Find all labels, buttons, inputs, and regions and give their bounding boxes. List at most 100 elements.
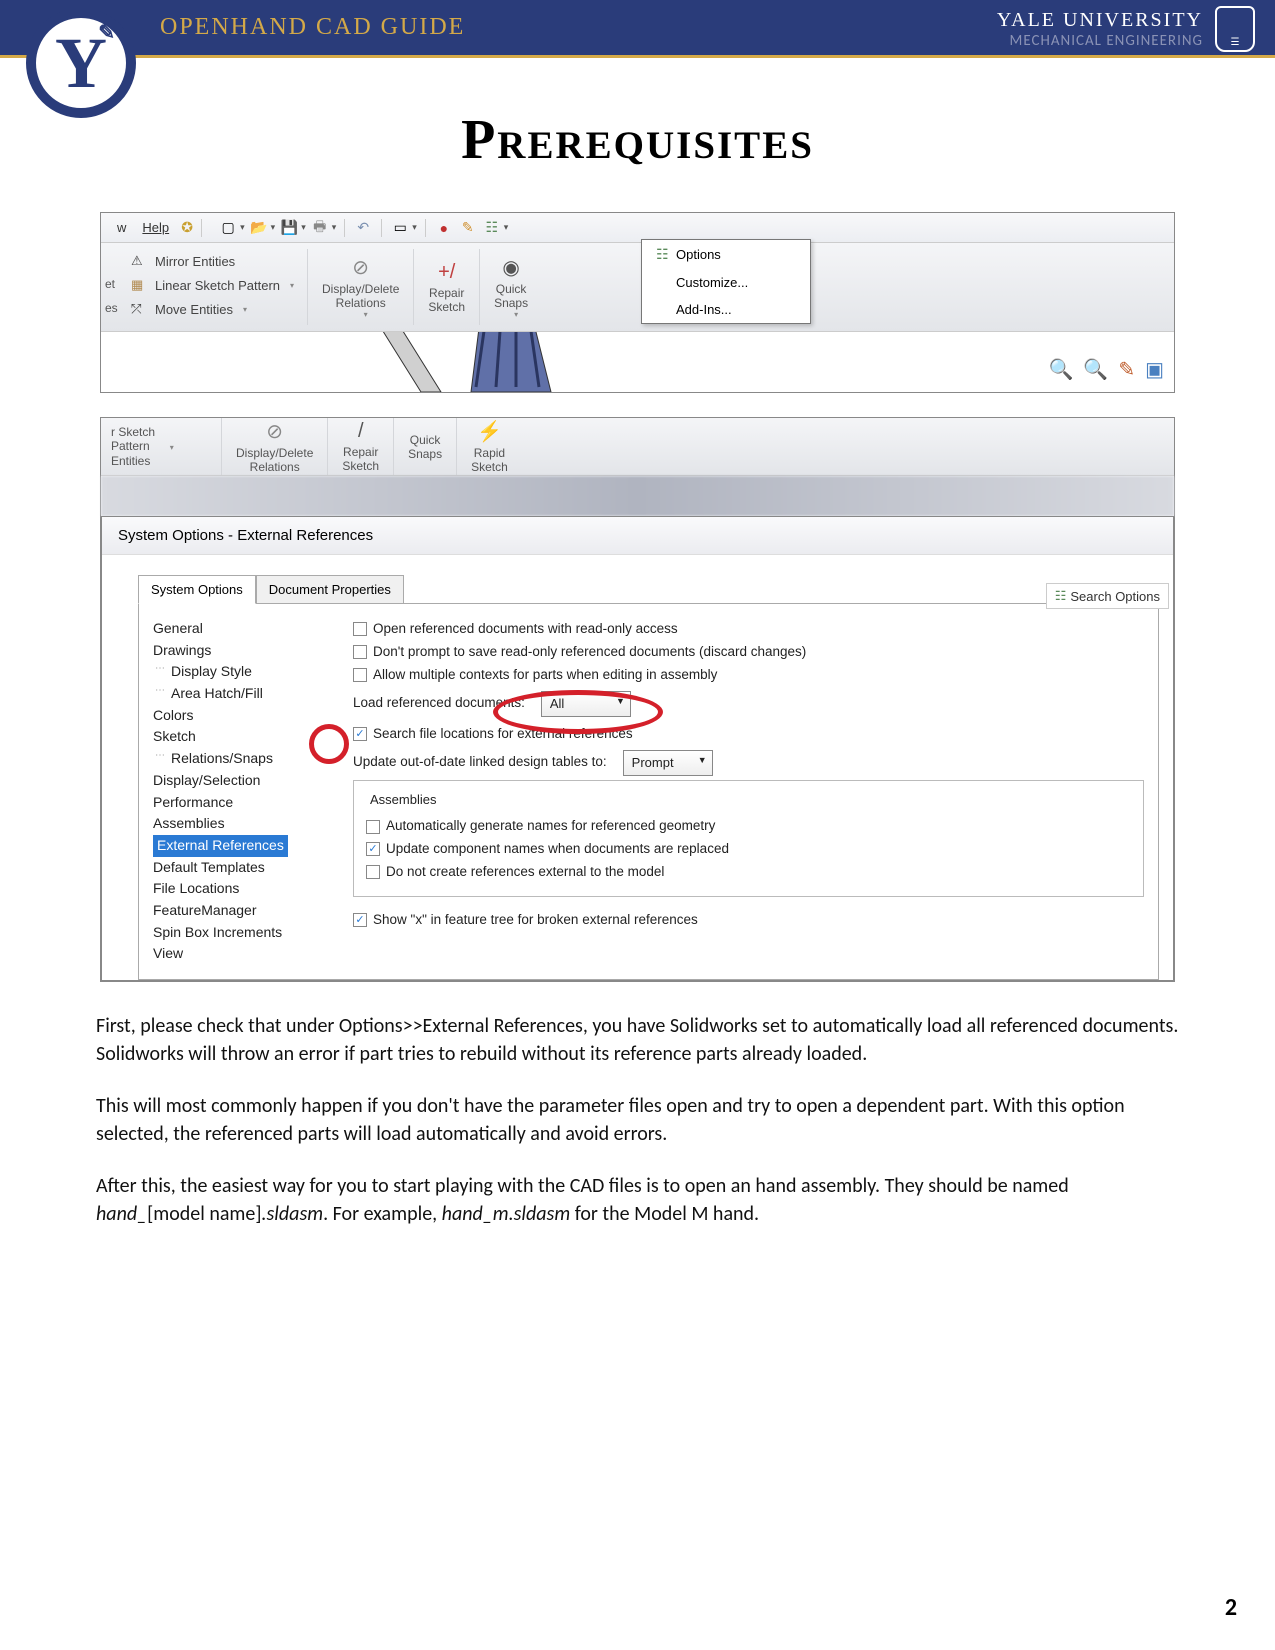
view-toolbar: 🔍 🔍 ✎ ▣ bbox=[1049, 357, 1164, 382]
solidworks-screenshot-1: w Help ✪ ▢▾ 📂▾ 💾▾ 🖶▾ ↶ ▭▾ ● ✎ ☷▾ bbox=[100, 212, 1175, 393]
options-dropdown: ☷Options Customize... Add-Ins... bbox=[641, 239, 811, 324]
repair-sketch-button[interactable]: +/Repair Sketch bbox=[413, 249, 479, 325]
university-name: YALE UNIVERSITY bbox=[997, 9, 1203, 32]
cb-multicontext[interactable] bbox=[353, 668, 367, 682]
update-tables-label: Update out-of-date linked design tables … bbox=[353, 751, 607, 774]
ribbon: et es ⚠Mirror Entities ▦Linear Sketch Pa… bbox=[101, 243, 1174, 332]
save-icon[interactable]: 💾 bbox=[279, 218, 299, 238]
options-menuitem[interactable]: ☷Options bbox=[642, 240, 810, 269]
undo-icon[interactable]: ↶ bbox=[353, 218, 373, 238]
guide-title: OPENHAND CAD GUIDE bbox=[160, 14, 465, 41]
tree-general[interactable]: General bbox=[153, 618, 323, 640]
standard-toolbar: ▢▾ 📂▾ 💾▾ 🖶▾ ↶ ▭▾ ● ✎ ☷▾ bbox=[218, 218, 508, 238]
menu-w[interactable]: w bbox=[117, 220, 126, 235]
shield-icon bbox=[1215, 6, 1255, 52]
repair-icon: +/ bbox=[438, 261, 455, 284]
part-silhouette bbox=[361, 332, 581, 392]
cb-searchfile[interactable]: ✓ bbox=[353, 727, 367, 741]
rebuild-icon[interactable]: ✎ bbox=[458, 218, 478, 238]
document-header: OPENHAND CAD GUIDE YALE UNIVERSITY MECHA… bbox=[0, 0, 1275, 58]
solidworks-screenshot-2: r Sketch Pattern▾ Entities ⊘Display/Dele… bbox=[100, 417, 1175, 982]
move-entities-button[interactable]: ⤱Move Entities▾ bbox=[131, 297, 307, 321]
annotation-circle-checkbox bbox=[309, 724, 349, 764]
paragraph-1: First, please check that under Options>>… bbox=[96, 1012, 1179, 1068]
display-delete-2[interactable]: ⊘Display/Delete Relations bbox=[221, 418, 327, 475]
customize-menuitem[interactable]: Customize... bbox=[642, 269, 810, 296]
tree-spin-box[interactable]: Spin Box Increments bbox=[153, 922, 323, 944]
relation-icon: ⊘ bbox=[352, 255, 369, 280]
body-text: First, please check that under Options>>… bbox=[96, 1012, 1179, 1228]
addins-menuitem[interactable]: Add-Ins... bbox=[642, 296, 810, 323]
tree-sketch[interactable]: Sketch bbox=[153, 726, 323, 748]
system-options-dialog: System Options - External References ☷ S… bbox=[101, 516, 1174, 981]
update-tables-combo[interactable]: Prompt bbox=[623, 750, 713, 776]
tree-area-hatch[interactable]: Area Hatch/Fill bbox=[153, 683, 323, 705]
tab-document-properties[interactable]: Document Properties bbox=[256, 575, 404, 604]
cb-readonly[interactable] bbox=[353, 622, 367, 636]
pattern-icon: ▦ bbox=[131, 277, 149, 293]
dialog-tabs: System Options Document Properties bbox=[138, 575, 1173, 604]
university-block: YALE UNIVERSITY MECHANICAL ENGINEERING bbox=[997, 6, 1255, 52]
move-icon: ⤱ bbox=[131, 301, 149, 317]
traffic-red-icon[interactable]: ● bbox=[434, 218, 454, 238]
model-canvas: 🔍 🔍 ✎ ▣ bbox=[101, 332, 1174, 392]
options-list-icon: ☷ bbox=[656, 246, 676, 263]
tree-performance[interactable]: Performance bbox=[153, 792, 323, 814]
help-icon[interactable]: ✪ bbox=[177, 218, 197, 238]
yale-logo: Y bbox=[26, 8, 136, 118]
mirror-entities-button[interactable]: ⚠Mirror Entities bbox=[131, 249, 307, 273]
quick-2[interactable]: Quick Snaps bbox=[393, 418, 456, 475]
tree-assemblies[interactable]: Assemblies bbox=[153, 813, 323, 835]
paragraph-3: After this, the easiest way for you to s… bbox=[96, 1172, 1179, 1228]
zoom-fit-icon[interactable]: 🔍 bbox=[1049, 357, 1074, 382]
tree-display-selection[interactable]: Display/Selection bbox=[153, 770, 323, 792]
dialog-title: System Options - External References bbox=[102, 517, 1173, 555]
tree-drawings[interactable]: Drawings bbox=[153, 640, 323, 662]
search-options-icon: ☷ bbox=[1055, 588, 1067, 604]
options-icon[interactable]: ☷ bbox=[482, 218, 502, 238]
snaps-icon: ◉ bbox=[502, 255, 519, 280]
department-name: MECHANICAL ENGINEERING bbox=[997, 32, 1203, 50]
tree-external-references[interactable]: External References bbox=[153, 835, 288, 857]
assemblies-fieldset: Assemblies Automatically generate names … bbox=[353, 780, 1144, 897]
tree-view[interactable]: View bbox=[153, 943, 323, 965]
cb-updatecomp[interactable]: ✓ bbox=[366, 842, 380, 856]
search-options-button[interactable]: ☷ Search Options bbox=[1046, 583, 1169, 609]
tree-display-style[interactable]: Display Style bbox=[153, 661, 323, 683]
quick-snaps-button[interactable]: ◉Quick Snaps▾ bbox=[479, 249, 542, 325]
paragraph-2: This will most commonly happen if you do… bbox=[96, 1092, 1179, 1148]
sketch-pattern-fragment: r Sketch Pattern▾ bbox=[111, 425, 211, 453]
tree-colors[interactable]: Colors bbox=[153, 705, 323, 727]
display-delete-button[interactable]: ⊘Display/Delete Relations▾ bbox=[307, 249, 413, 325]
rotate-icon[interactable]: ✎ bbox=[1118, 357, 1135, 382]
tree-relations-snaps[interactable]: Relations/Snaps bbox=[153, 748, 323, 770]
rapid-sketch-button[interactable]: ⚡Rapid Sketch bbox=[456, 418, 522, 475]
new-icon[interactable]: ▢ bbox=[218, 218, 238, 238]
cb-noext[interactable] bbox=[366, 865, 380, 879]
cb-autogen[interactable] bbox=[366, 820, 380, 834]
page-number: 2 bbox=[1225, 1593, 1237, 1622]
print-icon[interactable]: 🖶 bbox=[310, 218, 330, 238]
tab-system-options[interactable]: System Options bbox=[138, 575, 256, 604]
annotation-circle-dropdown bbox=[493, 690, 663, 734]
menu-help[interactable]: Help bbox=[142, 220, 169, 235]
rapid-icon: ⚡ bbox=[477, 419, 502, 444]
zoom-area-icon[interactable]: 🔍 bbox=[1083, 357, 1108, 382]
options-tree: General Drawings Display Style Area Hatc… bbox=[153, 618, 323, 965]
ribbon-2: r Sketch Pattern▾ Entities ⊘Display/Dele… bbox=[101, 418, 1174, 476]
logo-letter: Y bbox=[55, 22, 107, 105]
blurred-background bbox=[101, 476, 1174, 516]
page-title: Prerequisites bbox=[0, 108, 1275, 172]
entities-fragment: Entities bbox=[111, 454, 211, 468]
section-icon[interactable]: ▣ bbox=[1145, 357, 1164, 382]
linear-pattern-button[interactable]: ▦Linear Sketch Pattern▾ bbox=[131, 273, 307, 297]
menu-bar: w Help ✪ ▢▾ 📂▾ 💾▾ 🖶▾ ↶ ▭▾ ● ✎ ☷▾ bbox=[101, 213, 1174, 243]
repair-2[interactable]: /Repair Sketch bbox=[327, 418, 393, 475]
cb-showx[interactable]: ✓ bbox=[353, 913, 367, 927]
tree-feature-manager[interactable]: FeatureManager bbox=[153, 900, 323, 922]
select-icon[interactable]: ▭ bbox=[390, 218, 410, 238]
open-icon[interactable]: 📂 bbox=[249, 218, 269, 238]
tree-default-templates[interactable]: Default Templates bbox=[153, 857, 323, 879]
tree-file-locations[interactable]: File Locations bbox=[153, 878, 323, 900]
cb-dontprompt[interactable] bbox=[353, 645, 367, 659]
